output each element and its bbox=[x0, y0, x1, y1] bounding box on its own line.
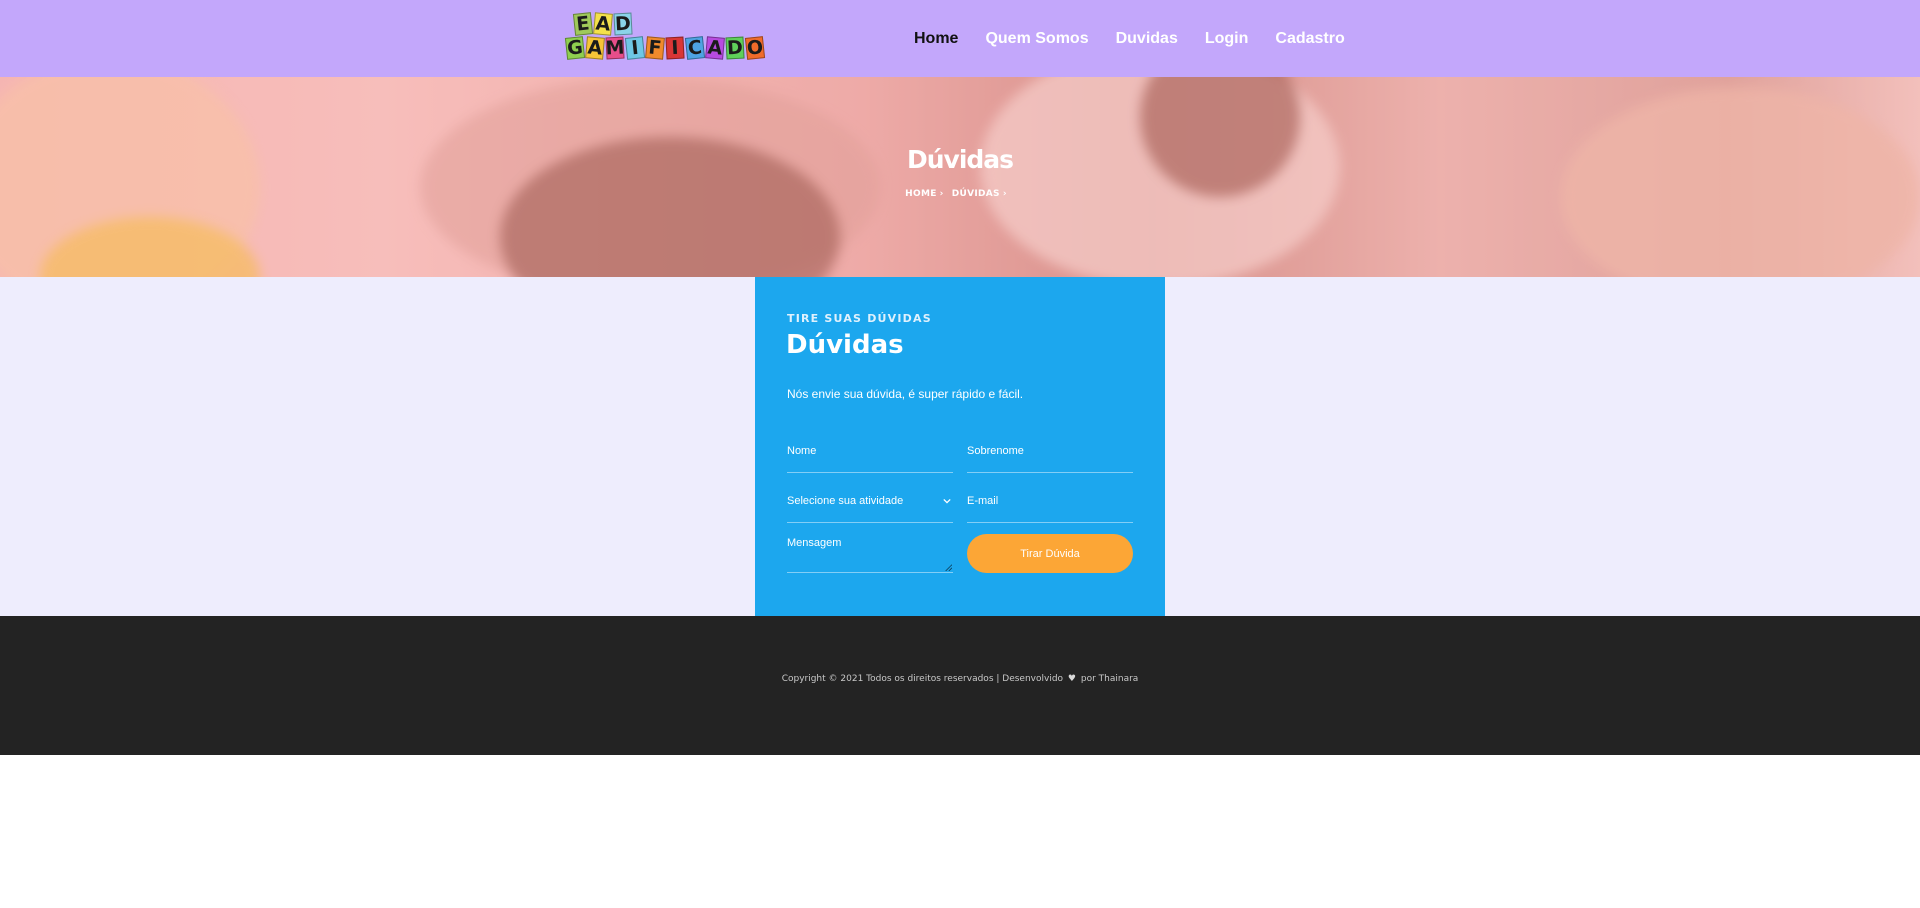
logo-letter: E bbox=[572, 12, 594, 36]
activity-selected: Selecione sua atividade bbox=[787, 495, 904, 507]
email-field[interactable]: E-mail bbox=[967, 485, 1133, 523]
logo-letter: I bbox=[624, 36, 646, 60]
submit-question-button[interactable]: Tirar Dúvida bbox=[967, 534, 1133, 573]
main-section: TIRE SUAS DÚVIDAS Dúvidas Nós envie sua … bbox=[0, 277, 1920, 616]
logo-letter: G bbox=[564, 36, 586, 60]
message-textarea[interactable]: Mensagem bbox=[787, 533, 953, 573]
chevron-right-icon: › bbox=[1002, 189, 1007, 199]
resize-grip-icon[interactable] bbox=[944, 563, 952, 571]
site-footer: Copyright © 2021 Todos os direitos reser… bbox=[0, 616, 1920, 755]
main-nav: Home Quem Somos Duvidas Login Cadastro bbox=[914, 0, 1372, 77]
question-form-card: TIRE SUAS DÚVIDAS Dúvidas Nós envie sua … bbox=[755, 277, 1165, 616]
email-placeholder: E-mail bbox=[967, 495, 999, 507]
heart-icon: ♥ bbox=[1067, 674, 1076, 684]
logo-letter: A bbox=[585, 36, 605, 60]
logo-letter: M bbox=[604, 36, 626, 60]
logo-row1: EAD bbox=[572, 12, 633, 36]
logo-letter: C bbox=[684, 36, 706, 60]
logo[interactable]: EADGAMIFICADO bbox=[564, 11, 766, 67]
activity-select[interactable]: Selecione sua atividade bbox=[787, 485, 953, 523]
breadcrumb-home[interactable]: HOME bbox=[905, 189, 937, 199]
form-eyebrow: TIRE SUAS DÚVIDAS bbox=[787, 312, 932, 325]
form-title: Dúvidas bbox=[786, 330, 904, 360]
nav-quem-somos[interactable]: Quem Somos bbox=[985, 30, 1088, 48]
message-placeholder: Mensagem bbox=[787, 537, 842, 549]
last-name-placeholder: Sobrenome bbox=[967, 445, 1024, 457]
form-description: Nós envie sua dúvida, é super rápido e f… bbox=[787, 387, 1024, 401]
logo-letter: A bbox=[593, 12, 613, 36]
logo-letter: I bbox=[665, 36, 685, 60]
breadcrumb-current: DÚVIDAS bbox=[951, 189, 1000, 199]
author-credit: por Thainara bbox=[1080, 674, 1139, 684]
breadcrumb: HOME › DÚVIDAS › bbox=[0, 189, 1920, 199]
first-name-field[interactable]: Nome bbox=[787, 435, 953, 473]
chevron-down-icon bbox=[943, 498, 951, 504]
first-name-placeholder: Nome bbox=[787, 445, 817, 457]
site-header: EADGAMIFICADO Home Quem Somos Duvidas Lo… bbox=[0, 0, 1920, 77]
hero-banner: Dúvidas HOME › DÚVIDAS › bbox=[0, 77, 1920, 277]
nav-login[interactable]: Login bbox=[1205, 30, 1249, 48]
logo-row2: GAMIFICADO bbox=[564, 36, 766, 60]
page-title: Dúvidas bbox=[906, 145, 1014, 174]
nav-home[interactable]: Home bbox=[914, 30, 958, 48]
copyright-text: Copyright © 2021 Todos os direitos reser… bbox=[0, 674, 1920, 684]
last-name-field[interactable]: Sobrenome bbox=[967, 435, 1133, 473]
logo-letter: D bbox=[725, 36, 745, 60]
copyright-label: Copyright © 2021 Todos os direitos reser… bbox=[781, 674, 1064, 684]
logo-letter: D bbox=[613, 12, 633, 36]
nav-duvidas[interactable]: Duvidas bbox=[1116, 30, 1178, 48]
chevron-right-icon: › bbox=[939, 189, 944, 199]
nav-cadastro[interactable]: Cadastro bbox=[1275, 30, 1344, 48]
logo-letter: A bbox=[705, 36, 725, 60]
logo-letter: F bbox=[645, 36, 665, 60]
logo-letter: O bbox=[744, 36, 766, 60]
hero-overlay bbox=[0, 77, 1920, 277]
